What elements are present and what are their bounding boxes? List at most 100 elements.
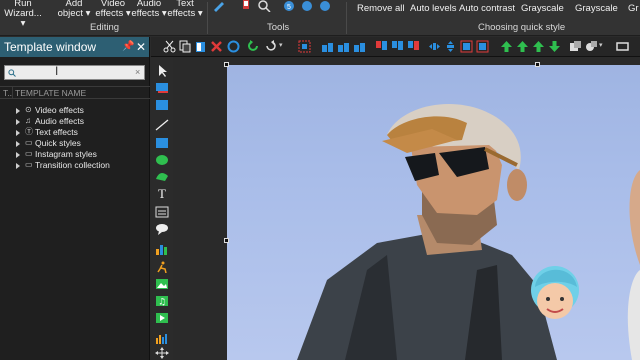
circle-tool-icon[interactable]: [227, 40, 240, 53]
film-icon: ⊙: [25, 105, 32, 114]
center-horizontal-icon[interactable]: [428, 40, 441, 53]
resize-icon[interactable]: [616, 40, 629, 53]
tree-item-text-effects[interactable]: Ⓣ Text effects: [0, 127, 150, 138]
add-object-button[interactable]: Add object ▾: [54, 0, 94, 19]
center-vertical-icon[interactable]: [444, 40, 457, 53]
align-top-center-icon[interactable]: [391, 40, 404, 53]
scene-canvas-area: [173, 57, 640, 360]
resize-handle-top-left[interactable]: [224, 62, 229, 67]
video-frame-image: [297, 104, 640, 360]
chevron-down-icon[interactable]: ▾: [599, 41, 603, 49]
resize-handle-middle-left[interactable]: [224, 238, 229, 243]
video-editor-window: Run Wizard... ▾ Add object ▾ Video effec…: [0, 0, 640, 360]
folder-icon: ▭: [25, 149, 33, 158]
text-effects-label: Text effects: [167, 0, 196, 19]
paste-icon[interactable]: [194, 40, 207, 53]
quick-style-grayscale-1[interactable]: Grayscale: [521, 3, 564, 14]
group-label-quick-style: Choosing quick style: [478, 22, 566, 33]
expand-arrow-icon[interactable]: [16, 108, 20, 114]
quick-style-grayscale-2[interactable]: Grayscale: [575, 3, 618, 14]
ellipse-tool-icon[interactable]: [155, 154, 169, 166]
tree-item-transition-collection[interactable]: ▭ Transition collection: [0, 160, 150, 171]
bring-to-front-icon[interactable]: [516, 40, 529, 53]
chevron-down-icon[interactable]: ▾: [279, 41, 283, 49]
chart-tool-icon[interactable]: [155, 243, 169, 255]
column-header-type[interactable]: T..: [3, 88, 12, 98]
image-tool-icon[interactable]: [155, 278, 169, 290]
tree-item-quick-styles[interactable]: ▭ Quick styles: [0, 138, 150, 149]
undo-icon[interactable]: [247, 40, 260, 53]
quick-style-partial[interactable]: Gr: [628, 3, 639, 14]
speech-bubble-icon[interactable]: [155, 223, 169, 235]
audio-effects-button[interactable]: Audio effects ▾: [128, 0, 170, 19]
column-header-template-name[interactable]: TEMPLATE NAME: [15, 88, 86, 98]
column-divider: [12, 87, 13, 98]
tree-item-instagram-styles[interactable]: ▭ Instagram styles: [0, 149, 150, 160]
trim-tool-icon[interactable]: [240, 0, 254, 12]
redo-icon[interactable]: [264, 40, 277, 53]
text-effects-button[interactable]: Text effects ▾: [165, 0, 205, 19]
group-icon[interactable]: [569, 40, 582, 53]
group-label-editing: Editing: [90, 22, 120, 33]
cut-icon[interactable]: [163, 40, 176, 53]
search-icon: [8, 69, 16, 77]
video-preview-canvas[interactable]: [227, 65, 640, 360]
zoom-tool-icon[interactable]: [258, 0, 272, 12]
expand-arrow-icon[interactable]: [16, 163, 20, 169]
tree-item-audio-effects[interactable]: ♫ Audio effects: [0, 116, 150, 127]
align-bottom-right-icon[interactable]: [353, 40, 366, 53]
rectangle-tool-icon[interactable]: [155, 137, 169, 149]
clear-search-icon[interactable]: ×: [135, 67, 140, 77]
animation-tool-icon[interactable]: [155, 261, 169, 273]
delete-icon[interactable]: [210, 40, 223, 53]
expand-arrow-icon[interactable]: [16, 130, 20, 136]
align-bottom-left-icon[interactable]: [321, 40, 334, 53]
headphones-icon: ♫: [25, 116, 31, 125]
run-wizard-button[interactable]: Run Wizard... ▾: [4, 0, 42, 29]
template-window-titlebar: Template window 📌 ✕: [0, 37, 149, 57]
text-cursor-icon: I: [55, 64, 59, 78]
chevron-down-icon: ▾: [20, 18, 26, 29]
quick-style-remove-all[interactable]: Remove all: [357, 3, 405, 14]
ungroup-icon[interactable]: [585, 40, 598, 53]
fit-height-icon[interactable]: [476, 40, 489, 53]
template-window-panel: Template window 📌 ✕ I × T.. TEMPLATE NAM…: [0, 37, 150, 360]
select-area-icon[interactable]: [298, 40, 311, 53]
add-object-label: Add object: [57, 0, 83, 19]
freeform-tool-icon[interactable]: [155, 170, 169, 182]
refresh-tool-icon[interactable]: [300, 0, 314, 12]
send-to-back-icon[interactable]: [548, 40, 561, 53]
bring-forward-icon[interactable]: [500, 40, 513, 53]
image-object-icon[interactable]: [155, 99, 169, 111]
video-tool-icon[interactable]: [155, 312, 169, 324]
close-icon[interactable]: ✕: [136, 37, 146, 57]
resize-handle-top-center[interactable]: [535, 62, 540, 67]
expand-arrow-icon[interactable]: [16, 152, 20, 158]
tree-item-video-effects[interactable]: ⊙ Video effects: [0, 105, 150, 116]
quick-style-auto-levels[interactable]: Auto levels: [410, 3, 456, 14]
template-search-box[interactable]: I ×: [4, 64, 145, 80]
expand-arrow-icon[interactable]: [16, 119, 20, 125]
copy-icon[interactable]: [178, 40, 191, 53]
subtitles-tool-icon[interactable]: [155, 206, 169, 218]
move-tool-icon[interactable]: [155, 347, 169, 359]
fit-width-icon[interactable]: [460, 40, 473, 53]
equalizer-tool-icon[interactable]: [155, 332, 169, 344]
timer-tool-icon[interactable]: [318, 0, 332, 12]
send-backward-icon[interactable]: [532, 40, 545, 53]
pointer-icon[interactable]: [155, 65, 169, 77]
align-bottom-center-icon[interactable]: [337, 40, 350, 53]
crop-tool-icon[interactable]: [212, 0, 228, 12]
line-tool-icon[interactable]: [155, 119, 169, 131]
video-object-icon[interactable]: [155, 82, 169, 94]
audio-tool-icon[interactable]: ♫: [155, 295, 169, 307]
rotate-tool-icon[interactable]: 5: [282, 0, 296, 12]
pin-icon[interactable]: 📌: [122, 37, 134, 57]
tree-item-label: Instagram styles: [35, 149, 97, 159]
text-tool-icon[interactable]: T: [155, 187, 169, 200]
expand-arrow-icon[interactable]: [16, 141, 20, 147]
align-top-left-icon[interactable]: [375, 40, 388, 53]
align-top-right-icon[interactable]: [407, 40, 420, 53]
template-search-input[interactable]: [19, 67, 129, 78]
quick-style-auto-contrast[interactable]: Auto contrast: [459, 3, 515, 14]
